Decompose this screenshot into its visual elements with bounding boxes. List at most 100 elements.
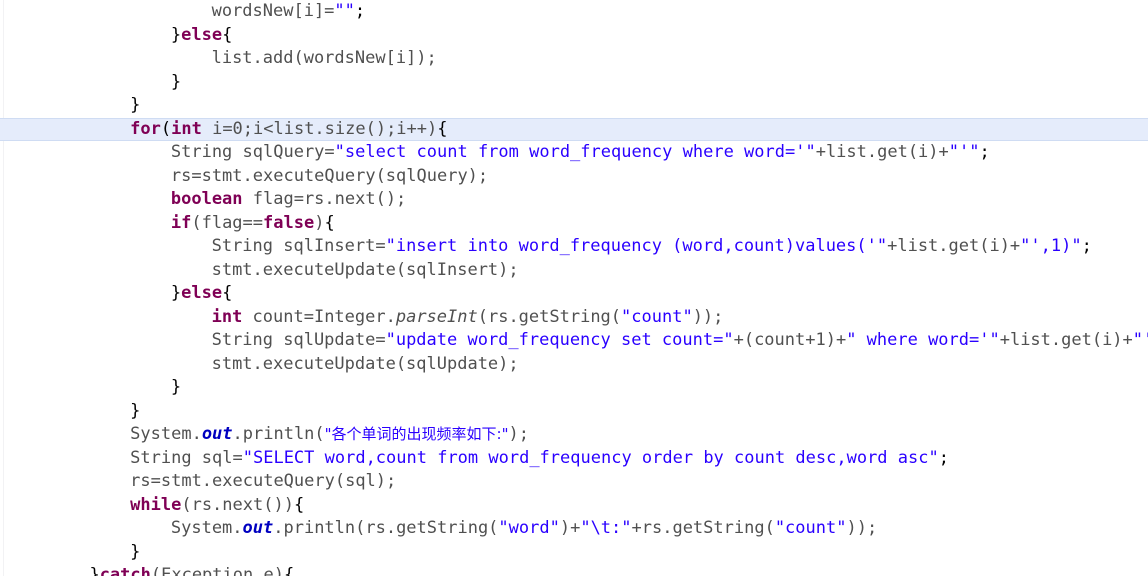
code-line-text: System.out.println("各个单词的出现频率如下:"); bbox=[0, 423, 529, 447]
code-token-blk: { bbox=[222, 283, 233, 303]
code-line[interactable]: }else{ bbox=[0, 282, 1148, 306]
code-editor[interactable]: wordsNew[i]="";}else{list.add(wordsNew[i… bbox=[0, 0, 1148, 576]
code-token-pln: i=0;i<list.size();i++) bbox=[201, 118, 438, 139]
code-token-blk: { bbox=[222, 24, 233, 45]
code-line[interactable]: String sql="SELECT word,count from word_… bbox=[0, 447, 1148, 471]
code-token-pln: .println(rs.getString( bbox=[273, 518, 499, 538]
code-token-blk: } bbox=[130, 95, 141, 115]
code-token-kw: if bbox=[170, 212, 192, 233]
code-line[interactable]: stmt.executeUpdate(sqlUpdate); bbox=[0, 353, 1148, 377]
code-token-blk: ; bbox=[979, 142, 990, 162]
code-token-pln: String bbox=[170, 142, 233, 162]
code-line[interactable]: System.out.println(rs.getString("word")+… bbox=[0, 517, 1148, 541]
code-token-str: " where word='" bbox=[846, 330, 1000, 350]
code-token-str: "" bbox=[334, 1, 355, 21]
code-token-pln: +(count+1)+ bbox=[733, 330, 847, 350]
code-line-text: System.out.println(rs.getString("word")+… bbox=[0, 517, 877, 541]
code-token-blk: ; bbox=[1081, 236, 1092, 256]
code-token-pln: ); bbox=[508, 424, 529, 444]
code-token-kw: while bbox=[130, 494, 182, 515]
code-token-kw: false bbox=[263, 212, 315, 233]
code-token-pln: +list.get(i)+ bbox=[815, 142, 949, 162]
code-token-blk: } bbox=[130, 541, 141, 562]
code-token-str: "SELECT word,count from word_frequency o… bbox=[242, 447, 939, 468]
code-token-pln: System. bbox=[170, 518, 243, 538]
code-token-pln: (rs.next()) bbox=[181, 494, 294, 515]
code-line-text: rs=stmt.executeQuery(sqlQuery); bbox=[0, 165, 488, 189]
code-token-blk: } bbox=[170, 24, 182, 45]
code-token-blk: { bbox=[283, 565, 295, 576]
code-token-str: "count" bbox=[774, 518, 847, 538]
code-line[interactable]: rs=stmt.executeQuery(sql); bbox=[0, 470, 1148, 494]
code-line[interactable]: wordsNew[i]=""; bbox=[0, 0, 1148, 24]
code-line[interactable]: rs=stmt.executeQuery(sqlQuery); bbox=[0, 165, 1148, 189]
code-line[interactable]: String sqlQuery="select count from word_… bbox=[0, 141, 1148, 165]
code-line-text: String sql="SELECT word,count from word_… bbox=[0, 447, 949, 471]
code-line-text: String sqlQuery="select count from word_… bbox=[0, 141, 990, 165]
code-token-pln: (flag== bbox=[191, 212, 264, 233]
code-line-text: } bbox=[0, 400, 140, 424]
code-token-pln: (Exception e) bbox=[150, 565, 284, 576]
code-token-str: "update word_frequency set count=" bbox=[385, 330, 734, 350]
code-token-pln: ) bbox=[314, 212, 325, 233]
code-line-text: } bbox=[0, 376, 181, 400]
code-token-pln: rs=stmt.executeQuery(sqlQuery); bbox=[170, 165, 489, 186]
code-line[interactable]: } bbox=[0, 376, 1148, 400]
code-token-pln: (rs.getString( bbox=[477, 306, 622, 327]
code-line[interactable]: } bbox=[0, 71, 1148, 95]
code-line[interactable]: while(rs.next()){ bbox=[0, 494, 1148, 518]
code-line-text: if(flag==false){ bbox=[0, 212, 335, 236]
code-token-stat: out bbox=[201, 424, 233, 444]
code-token-str: "',1)" bbox=[1020, 236, 1082, 256]
code-text-area[interactable]: wordsNew[i]="";}else{list.add(wordsNew[i… bbox=[0, 0, 1148, 576]
code-token-kw: else bbox=[181, 24, 223, 45]
code-line-text: String sqlInsert="insert into word_frequ… bbox=[0, 235, 1092, 259]
code-line[interactable]: boolean flag=rs.next(); bbox=[0, 188, 1148, 212]
code-line[interactable]: }catch(Exception e){ bbox=[0, 564, 1148, 576]
code-token-blk: } bbox=[170, 377, 182, 397]
code-line[interactable]: for(int i=0;i<list.size();i++){ bbox=[0, 117, 1148, 141]
code-line-text: wordsNew[i]=""; bbox=[0, 0, 366, 24]
code-token-pln: String sqlInsert= bbox=[211, 236, 386, 256]
code-token-pln: flag=rs.next(); bbox=[242, 189, 407, 209]
code-line[interactable]: if(flag==false){ bbox=[0, 212, 1148, 236]
code-token-blk: { bbox=[293, 494, 305, 515]
code-line[interactable]: System.out.println("各个单词的出现频率如下:"); bbox=[0, 423, 1148, 447]
code-line[interactable]: list.add(wordsNew[i]); bbox=[0, 47, 1148, 71]
code-line[interactable]: } bbox=[0, 400, 1148, 424]
code-line-text: }else{ bbox=[0, 24, 232, 48]
code-token-mth: parseInt bbox=[395, 306, 478, 327]
code-line[interactable]: } bbox=[0, 541, 1148, 565]
code-token-pln: String sqlUpdate= bbox=[211, 330, 386, 350]
code-line-text: while(rs.next()){ bbox=[0, 494, 304, 518]
code-token-kw: int bbox=[171, 118, 202, 139]
code-token-pln: wordsNew[i]= bbox=[211, 1, 335, 21]
code-line[interactable]: } bbox=[0, 94, 1148, 118]
code-token-pln: )); bbox=[846, 518, 878, 538]
code-token-pln: String sql= bbox=[130, 447, 243, 468]
code-token-str: "count" bbox=[621, 306, 693, 327]
code-line-text: } bbox=[0, 94, 140, 118]
code-token-pln: rs=stmt.executeQuery(sql); bbox=[130, 471, 397, 491]
code-line[interactable]: int count=Integer.parseInt(rs.getString(… bbox=[0, 306, 1148, 330]
code-token-kw: int bbox=[211, 306, 243, 327]
code-token-pln: stmt.executeUpdate(sqlInsert); bbox=[211, 259, 519, 280]
code-token-kw: for bbox=[130, 118, 161, 139]
code-line-text: int count=Integer.parseInt(rs.getString(… bbox=[0, 306, 724, 330]
code-token-pln: list.add(wordsNew[i]); bbox=[211, 48, 437, 68]
code-line[interactable]: stmt.executeUpdate(sqlInsert); bbox=[0, 259, 1148, 283]
code-token-str: "select count from word_frequency where … bbox=[334, 142, 816, 162]
code-token-pln: count=Integer. bbox=[242, 306, 396, 327]
code-line[interactable]: String sqlUpdate="update word_frequency … bbox=[0, 329, 1148, 353]
code-line[interactable]: String sqlInsert="insert into word_frequ… bbox=[0, 235, 1148, 259]
code-token-blk: } bbox=[170, 71, 182, 92]
code-token-blk: { bbox=[437, 118, 448, 139]
code-token-blk: } bbox=[130, 400, 141, 421]
code-line-text: }catch(Exception e){ bbox=[0, 564, 294, 576]
code-line-text: boolean flag=rs.next(); bbox=[0, 188, 406, 212]
code-line-text: stmt.executeUpdate(sqlInsert); bbox=[0, 259, 519, 283]
code-line[interactable]: }else{ bbox=[0, 24, 1148, 48]
code-line-text: list.add(wordsNew[i]); bbox=[0, 47, 437, 71]
code-token-blk: } bbox=[170, 283, 182, 303]
code-token-str: "各个单词的出现频率如下:" bbox=[324, 425, 509, 443]
